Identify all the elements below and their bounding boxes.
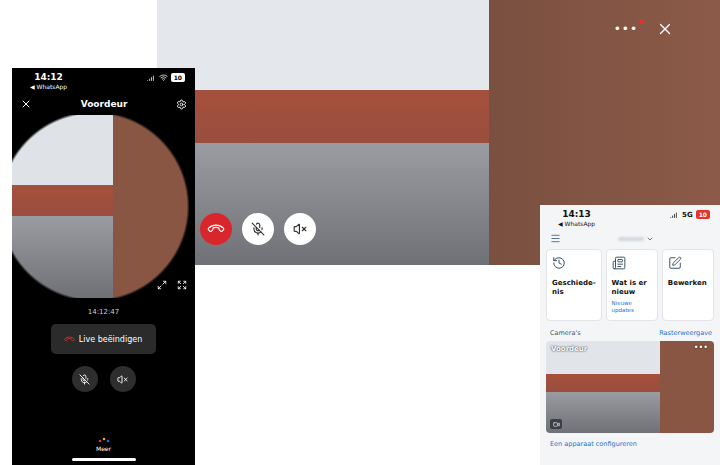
shortcut-tile[interactable]: Bewerken (662, 249, 714, 321)
blurred-title (618, 237, 644, 241)
status-time: 14:13 (562, 209, 591, 220)
chevron-down-icon (646, 235, 654, 243)
signal-icon (147, 73, 156, 82)
resize-icon[interactable] (157, 280, 167, 290)
speaker-button[interactable] (110, 366, 136, 392)
hangup-icon (206, 219, 226, 239)
notification-dot (639, 19, 644, 24)
mic-off-icon (79, 374, 90, 385)
mic-button[interactable] (242, 213, 274, 245)
live-view-phone: 14:12◀ WhatsApp 10 Voordeur 14:12:47 Live be… (12, 68, 195, 465)
tile-subtitle: Nieuwe updates (612, 300, 652, 314)
mic-off-icon (251, 222, 265, 236)
edit-icon (668, 256, 682, 270)
camera-menu-button[interactable]: ••• (694, 343, 708, 352)
mic-button[interactable] (72, 366, 98, 392)
wifi-icon (159, 73, 168, 82)
camera-icon (553, 421, 560, 428)
video-menu-button[interactable]: ••• (610, 22, 642, 36)
more-dots-icon (98, 437, 110, 443)
grid-view-link[interactable]: Rasterweergave (659, 329, 712, 337)
configure-device-link[interactable]: Een apparaat configureren (540, 433, 720, 455)
close-icon[interactable] (20, 98, 32, 110)
signal-icon (670, 210, 679, 219)
battery: 10 (696, 210, 710, 219)
status-bar: 14:13◀ WhatsApp 5G10 (540, 205, 720, 230)
header: Voordeur (12, 93, 195, 115)
end-live-button[interactable]: Live beëindigen (51, 324, 156, 354)
home-phone: 14:13◀ WhatsApp 5G10 Geschiede-nisWat is e… (540, 205, 720, 465)
hamburger-icon[interactable] (550, 233, 561, 244)
section-header: Camera's Rasterweergave (540, 321, 720, 341)
camera-badge (550, 419, 562, 429)
status-bar: 14:12◀ WhatsApp 10 (12, 68, 195, 93)
fullscreen-icon[interactable] (177, 280, 187, 290)
header-title: Voordeur (81, 99, 128, 109)
network: 5G (682, 211, 693, 219)
camera-name: Voordeur (551, 345, 587, 353)
section-title: Camera's (550, 329, 581, 337)
back-to-app[interactable]: ◀ WhatsApp (558, 220, 595, 228)
speaker-off-icon (117, 374, 128, 385)
camera-feed (12, 115, 195, 298)
battery: 10 (171, 73, 185, 82)
news-icon (612, 256, 626, 270)
gear-icon[interactable] (176, 99, 187, 110)
history-icon (552, 256, 566, 270)
video-top-actions: ••• (610, 20, 674, 38)
home-indicator (72, 458, 136, 461)
status-time: 14:12 (34, 72, 63, 83)
video-controls (200, 213, 316, 245)
speaker-button[interactable] (284, 213, 316, 245)
tile-row: Geschiede-nisWat is ernieuwNieuwe update… (540, 249, 720, 321)
camera-card[interactable]: Voordeur ••• (546, 341, 714, 433)
location-picker[interactable] (618, 235, 654, 243)
shortcut-tile[interactable]: Wat is ernieuwNieuwe updates (606, 249, 658, 321)
hangup-icon (63, 333, 76, 346)
collage: •••14:12◀ WhatsApp10Voordeur14:12:47Live… (0, 0, 720, 465)
more-button[interactable]: Meer (12, 437, 195, 458)
back-to-app[interactable]: ◀ WhatsApp (30, 83, 67, 91)
speaker-off-icon (293, 222, 307, 236)
header (540, 230, 720, 249)
hangup-button[interactable] (200, 213, 232, 245)
timestamp: 14:12:47 (12, 308, 195, 316)
close-icon[interactable] (656, 20, 674, 38)
shortcut-tile[interactable]: Geschiede-nis (546, 249, 602, 321)
